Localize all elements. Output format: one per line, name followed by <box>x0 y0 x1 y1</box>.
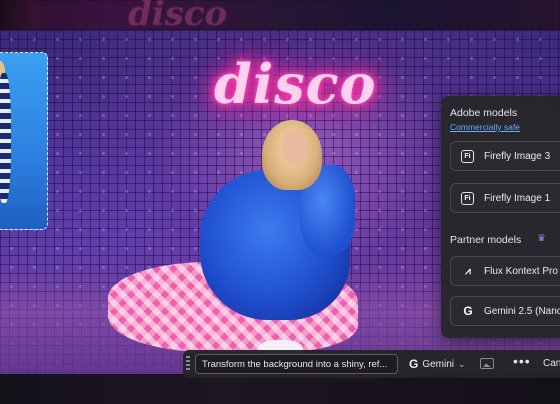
previous-image-strip: disco <box>0 0 560 34</box>
cancel-button[interactable]: Can <box>543 358 560 369</box>
prompt-toolbar: G Gemini ⌄ ••• Can <box>183 350 560 378</box>
commercially-safe-link[interactable]: Commercially safe <box>450 122 520 132</box>
crown-icon: ♛ <box>537 233 546 244</box>
more-options-icon[interactable]: ••• <box>513 353 531 369</box>
bottom-strip <box>0 374 560 404</box>
model-label: Firefly Image 3 <box>484 151 551 162</box>
google-icon: G <box>409 357 419 371</box>
drag-handle-icon[interactable] <box>186 356 190 372</box>
google-icon: G <box>463 304 473 318</box>
adobe-models-title: Adobe models <box>450 107 518 119</box>
prompt-input[interactable] <box>195 354 398 374</box>
partner-models-title: Partner models <box>450 234 522 246</box>
model-option-firefly-image-3[interactable]: Fi Firefly Image 3 <box>450 141 560 171</box>
model-select-label: Gemini <box>422 358 455 370</box>
model-label: Firefly Image 1 <box>484 193 551 204</box>
model-label: Gemini 2.5 (Nano <box>484 306 560 317</box>
model-picker-panel: Adobe models Commercially safe Fi Firefl… <box>441 96 560 338</box>
model-label: Flux Kontext Pro <box>484 266 558 277</box>
neon-sign: disco <box>214 52 377 116</box>
firefly-icon: Fi <box>461 192 474 205</box>
thumb-figure <box>0 73 11 203</box>
face <box>282 130 308 164</box>
model-select-button[interactable]: G Gemini ⌄ <box>409 355 466 373</box>
ghost-neon-text: disco <box>128 0 228 34</box>
model-option-gemini[interactable]: G Gemini 2.5 (Nano <box>450 296 560 326</box>
flux-icon: ⩘ <box>465 265 471 277</box>
image-reference-icon[interactable] <box>480 358 494 369</box>
model-option-flux-kontext-pro[interactable]: ⩘ Flux Kontext Pro <box>450 256 560 286</box>
editor-stage: disco disco Adobe models Commercially sa… <box>0 0 560 404</box>
chevron-down-icon: ⌄ <box>458 358 466 369</box>
strip-shadow <box>0 0 40 30</box>
reference-image-thumbnail[interactable] <box>0 52 48 230</box>
model-option-firefly-image-1[interactable]: Fi Firefly Image 1 <box>450 183 560 213</box>
firefly-icon: Fi <box>461 150 474 163</box>
